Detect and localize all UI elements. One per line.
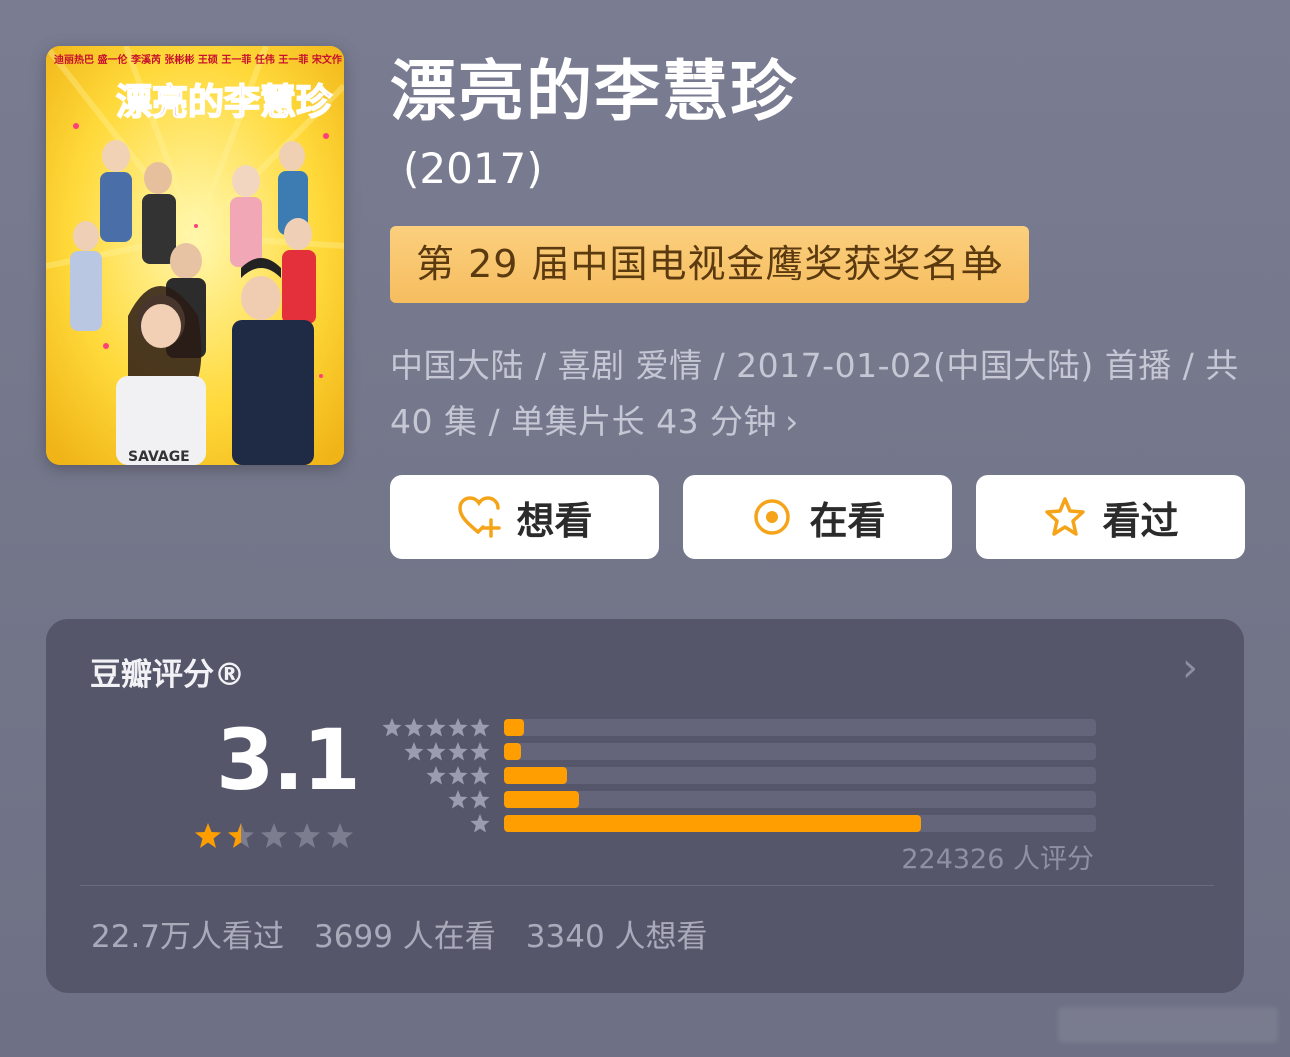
release-year: (2017) bbox=[403, 144, 543, 193]
svg-text:SAVAGE: SAVAGE bbox=[128, 449, 190, 465]
rating-bar-5 bbox=[504, 719, 1096, 736]
star-icon bbox=[327, 823, 353, 848]
watching-label: 在看 bbox=[809, 498, 886, 543]
rating-bar-3 bbox=[504, 767, 1096, 784]
rating-distribution bbox=[504, 719, 1096, 839]
poster-top-names: 迪丽热巴 盛一伦 李溪芮 张彬彬 王硕 王一菲 任伟 王一菲 宋文作 bbox=[54, 53, 342, 66]
rating-bar-1 bbox=[504, 815, 1096, 832]
chevron-right-icon[interactable]: › bbox=[1182, 645, 1198, 691]
divider bbox=[80, 885, 1214, 886]
star-icon bbox=[294, 823, 320, 848]
want-count[interactable]: 3340 人想看 bbox=[526, 911, 708, 956]
score-stars bbox=[195, 823, 353, 848]
watching-count[interactable]: 3699 人在看 bbox=[314, 911, 496, 956]
poster-title-art: 漂亮的李慧珍 bbox=[116, 82, 333, 123]
rating-bar-fill-1 bbox=[504, 815, 922, 832]
chevron-right-icon: › bbox=[785, 402, 799, 441]
poster-image[interactable]: 迪丽热巴 盛一伦 李溪芮 张彬彬 王硕 王一菲 任伟 王一菲 宋文作 漂亮的李慧… bbox=[46, 46, 344, 465]
watermark bbox=[1058, 1007, 1278, 1043]
rating-bar-fill-3 bbox=[504, 767, 567, 784]
show-meta[interactable]: 中国大陆 / 喜剧 爱情 / 2017-01-02(中国大陆) 首播 / 共 4… bbox=[390, 338, 1250, 450]
chevron-right-icon: › bbox=[988, 241, 1005, 287]
page-title: 漂亮的李慧珍 bbox=[390, 53, 798, 130]
rating-title: 豆瓣评分® bbox=[90, 657, 245, 693]
rating-bar-fill-5 bbox=[504, 719, 525, 736]
watched-label: 看过 bbox=[1102, 498, 1179, 543]
star-icon bbox=[195, 823, 221, 848]
watched-button[interactable]: 看过 bbox=[976, 475, 1245, 559]
target-icon bbox=[754, 499, 791, 535]
star-outline-icon bbox=[1045, 497, 1086, 536]
watch-stats: 22.7万人看过 3699 人在看 3340 人想看 bbox=[91, 911, 708, 956]
rating-bar-4 bbox=[504, 743, 1096, 760]
star-icon bbox=[261, 823, 287, 848]
heart-plus-icon bbox=[458, 496, 502, 538]
rating-bar-fill-2 bbox=[504, 791, 580, 808]
want-to-watch-label: 想看 bbox=[516, 498, 593, 543]
douban-rating-card[interactable]: 豆瓣评分® › 3.1 224326 人评分 22.7万人看过 3699 人在看… bbox=[46, 619, 1244, 993]
rating-count: 224326 人评分 bbox=[901, 844, 1094, 875]
award-label: 第 29 届中国电视金鹰奖获奖名单 bbox=[416, 242, 1000, 286]
rating-bar-2 bbox=[504, 791, 1096, 808]
rating-bar-fill-4 bbox=[504, 743, 521, 760]
watched-count[interactable]: 22.7万人看过 bbox=[91, 911, 284, 956]
award-banner[interactable]: 第 29 届中国电视金鹰奖获奖名单 › bbox=[390, 226, 1029, 303]
distribution-star-labels bbox=[382, 718, 490, 833]
watching-button[interactable]: 在看 bbox=[683, 475, 952, 559]
meta-text: 中国大陆 / 喜剧 爱情 / 2017-01-02(中国大陆) 首播 / 共 4… bbox=[390, 346, 1239, 441]
want-to-watch-button[interactable]: 想看 bbox=[390, 475, 659, 559]
rating-score: 3.1 bbox=[216, 711, 361, 809]
star-half-icon bbox=[228, 823, 254, 848]
